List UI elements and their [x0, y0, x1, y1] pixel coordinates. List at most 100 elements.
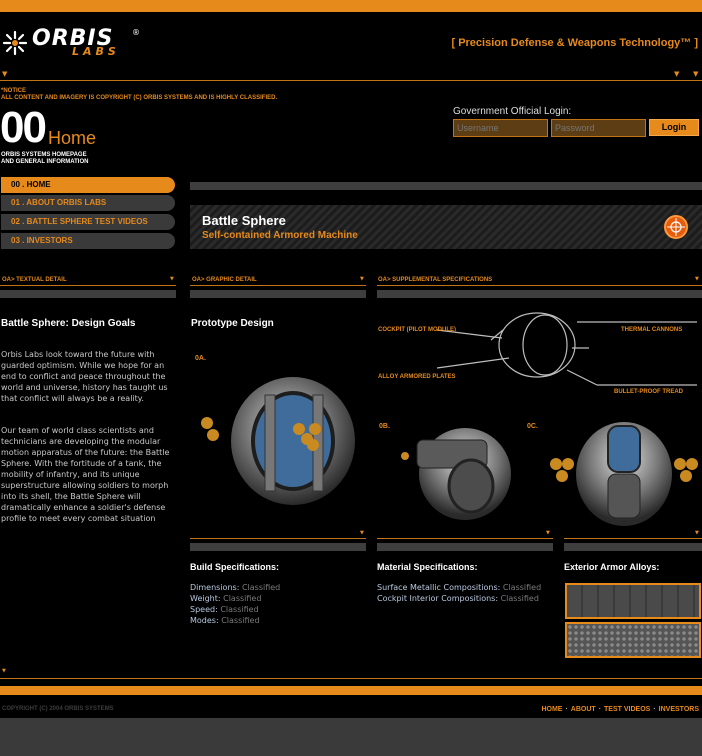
armor-alloy-swatch-plate[interactable]: [565, 583, 701, 619]
callout-bulletproof-tread: BULLET-PROOF TREAD: [614, 389, 683, 395]
material-spec-list: Surface Metallic Compositions: Classifie…: [377, 582, 541, 604]
image-label-a: 0A.: [195, 355, 206, 362]
notice-text: ALL CONTENT AND IMAGERY IS COPYRIGHT (C)…: [1, 95, 278, 101]
section-bar: [190, 290, 366, 298]
section-header-supplemental: OA> SUPPLEMENTAL SPECIFICATIONS: [378, 277, 493, 283]
footer-link-home[interactable]: HOME: [541, 706, 562, 713]
footer-separator: ·: [598, 706, 602, 713]
spec-row: Surface Metallic Compositions: Classifie…: [377, 582, 541, 593]
footer-separator: ·: [653, 706, 656, 713]
section-divider: [377, 285, 702, 286]
section-bar: [564, 543, 702, 551]
page-title: Home: [48, 128, 97, 148]
footer-divider: [0, 678, 702, 679]
spec-value: Classified: [241, 583, 281, 592]
section-header-graphic: OA> GRAPHIC DETAIL: [192, 277, 257, 283]
spec-key: Cockpit Interior Compositions:: [377, 594, 499, 603]
password-input[interactable]: [551, 119, 646, 137]
notice-heading: *NOTICE: [1, 88, 27, 94]
nav-item-home[interactable]: 00 . HOME: [1, 177, 175, 193]
spec-key: Surface Metallic Compositions:: [377, 583, 501, 592]
spec-value: Classified: [500, 594, 539, 603]
spec-value: Classified: [220, 605, 259, 614]
nav-item-about[interactable]: 01 . ABOUT ORBIS LABS: [1, 195, 175, 211]
spec-value: Classified: [223, 594, 262, 603]
battle-sphere-image-b: [401, 428, 511, 520]
triangle-down-icon: ▼: [695, 530, 699, 536]
callout-alloy-plates: ALLOY ARMORED PLATES: [378, 374, 456, 380]
section-divider: [377, 538, 553, 539]
footer-accent-bar: [0, 686, 702, 695]
spec-row: Modes: Classified: [190, 615, 280, 626]
spec-value: Classified: [502, 583, 542, 592]
spec-row: Dimensions: Classified: [190, 582, 280, 593]
triangle-down-icon: ▼: [360, 530, 364, 536]
section-bar: [0, 290, 176, 298]
footer-link-investors[interactable]: INVESTORS: [659, 706, 699, 713]
footer-links: HOME · ABOUT · TEST VIDEOS · INVESTORS: [541, 706, 699, 713]
spec-row: Speed: Classified: [190, 604, 280, 615]
page-number: 00: [0, 103, 47, 152]
triangle-down-icon: ▼: [695, 276, 699, 282]
logo[interactable]: ORBIS LABS ®: [2, 26, 142, 60]
header-divider: [0, 80, 702, 81]
top-accent-bar: [0, 0, 702, 12]
triangle-down-icon: ▼: [2, 668, 6, 674]
login-label: Government Official Login:: [453, 106, 572, 117]
section-divider: [0, 285, 176, 286]
triangle-down-icon: ▼: [170, 276, 174, 282]
triangle-down-icon: ▼: [546, 530, 550, 536]
section-bar: [377, 290, 702, 298]
textual-heading: Battle Sphere: Design Goals: [1, 318, 136, 329]
logo-registered-mark: ®: [132, 28, 140, 37]
graphic-heading: Prototype Design: [191, 318, 274, 329]
copyright-notice: *NOTICE ALL CONTENT AND IMAGERY IS COPYR…: [1, 88, 277, 102]
logo-subword: LABS: [72, 45, 120, 58]
spec-key: Speed:: [190, 605, 218, 614]
nav-item-test-videos[interactable]: 02 . BATTLE SPHERE TEST VIDEOS: [1, 214, 175, 230]
section-bar: [190, 543, 366, 551]
image-label-c: 0C.: [527, 423, 538, 430]
tagline: [ Precision Defense & Weapons Technology…: [451, 37, 698, 49]
crosshair-icon: [664, 215, 688, 239]
triangle-down-icon: ▼: [693, 70, 699, 78]
spec-key: Dimensions:: [190, 583, 240, 592]
build-spec-list: Dimensions: Classified Weight: Classifie…: [190, 582, 280, 626]
login-button[interactable]: Login: [649, 119, 699, 136]
battle-sphere-image-c: [550, 422, 698, 526]
banner-top-bar: [190, 182, 702, 190]
textual-paragraph-1: Orbis Labs look toward the future with g…: [1, 350, 168, 403]
banner-title: Battle Sphere: [202, 213, 286, 228]
callout-thermal-cannons: THERMAL CANNONS: [621, 327, 683, 333]
triangle-down-icon: ▼: [2, 70, 8, 78]
material-spec-heading: Material Specifications:: [377, 562, 478, 572]
section-divider: [190, 538, 366, 539]
nav-item-investors[interactable]: 03 . INVESTORS: [1, 233, 175, 249]
image-label-b: 0B.: [379, 423, 390, 430]
footer-link-test-videos[interactable]: TEST VIDEOS: [604, 706, 650, 713]
page-subtitle: ORBIS SYSTEMS HOMEPAGE AND GENERAL INFOR…: [1, 152, 88, 166]
triangle-down-icon: ▼: [674, 70, 680, 78]
armor-heading: Exterior Armor Alloys:: [564, 562, 660, 572]
spec-key: Weight:: [190, 594, 221, 603]
username-input[interactable]: [453, 119, 548, 137]
section-header-textual: OA> TEXTUAL DETAIL: [2, 277, 67, 283]
footer-link-about[interactable]: ABOUT: [571, 706, 596, 713]
textual-paragraph-2: Our team of world class scientists and t…: [1, 426, 170, 523]
spec-row: Cockpit Interior Compositions: Classifie…: [377, 593, 541, 604]
build-spec-heading: Build Specifications:: [190, 562, 280, 572]
logo-burst-icon: [2, 30, 28, 56]
section-divider: [190, 285, 366, 286]
section-divider: [564, 538, 702, 539]
spec-key: Modes:: [190, 616, 219, 625]
section-bar: [377, 543, 553, 551]
page-subtitle-line: AND GENERAL INFORMATION: [1, 159, 89, 165]
triangle-down-icon: ▼: [360, 276, 364, 282]
footer-separator: ·: [565, 706, 568, 713]
callout-cockpit: COCKPIT (PILOT MODULE): [378, 327, 456, 333]
armor-alloy-swatch-mesh[interactable]: [565, 622, 701, 658]
spec-value: Classified: [221, 616, 260, 625]
banner-subtitle: Self-contained Armored Machine: [202, 230, 358, 241]
spec-row: Weight: Classified: [190, 593, 280, 604]
battle-sphere-image-a: [201, 377, 355, 505]
